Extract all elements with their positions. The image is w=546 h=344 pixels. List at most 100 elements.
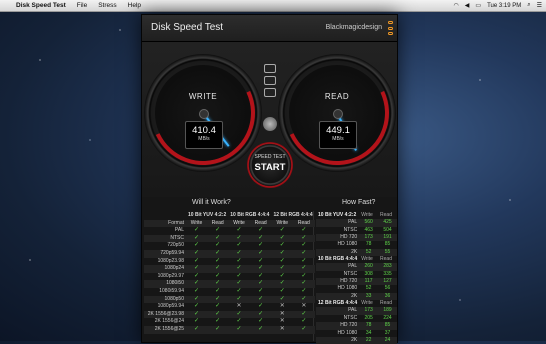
check-icon: ✓ (301, 272, 307, 279)
hf-format: HD 1080 (337, 285, 358, 292)
ww-row: 1080i50 ✓ ✓ ✓ ✓ ✓ ✓ (144, 280, 315, 288)
hf-section-name: 10 Bit RGB 4:4:4 (318, 256, 358, 263)
hf-format: NTSC (343, 314, 358, 321)
menu-help[interactable]: Help (128, 2, 141, 9)
ww-format: 1080p29.97 (157, 272, 184, 279)
write-hub (199, 109, 209, 119)
hf-row: PAL 260 283 (316, 263, 397, 271)
hf-read-fps: 191 (378, 234, 397, 242)
hf-write-fps: 78 (359, 322, 379, 330)
read-readout: 449.1 MB/s (319, 121, 357, 149)
hf-format: 2K (316, 292, 360, 301)
ww-group-header: 10 Bit YUV 4:2:2 (188, 212, 227, 218)
cross-icon: ✕ (236, 303, 242, 310)
check-icon: ✓ (194, 310, 200, 317)
check-icon: ✓ (279, 272, 285, 279)
check-icon: ✓ (279, 280, 285, 287)
check-icon: ✓ (301, 249, 307, 256)
brand-name: Blackmagicdesign (325, 24, 382, 31)
hf-format: PAL (316, 263, 360, 271)
check-icon: ✓ (258, 318, 264, 325)
ww-row: 2K 1556@24 ✓ ✓ ✓ ✓ ✕ ✓ (144, 318, 315, 326)
spotlight-icon[interactable]: ⌕ (527, 2, 530, 9)
hf-row: 2K 52 55 (316, 248, 397, 257)
check-icon: ✓ (194, 257, 200, 264)
window-titlebar[interactable]: Disk Speed Test Blackmagicdesign (142, 15, 397, 42)
ww-group-header: 10 Bit RGB 4:4:4 (230, 212, 270, 218)
check-icon: ✓ (236, 325, 242, 332)
check-icon: ✓ (236, 242, 242, 249)
start-button-label: START (254, 162, 286, 173)
check-icon: ✓ (279, 227, 285, 234)
check-icon: ✓ (194, 303, 200, 310)
ww-row: 2K 1556@23.98 ✓ ✓ ✓ ✓ ✕ ✓ (144, 310, 315, 319)
hf-write-fps: 560 (359, 219, 379, 227)
ww-format: 1080i50 (144, 280, 186, 288)
check-icon: ✓ (215, 249, 221, 256)
settings-button-3[interactable] (264, 88, 276, 97)
ww-format: 1080p50 (144, 295, 186, 304)
check-icon: ✓ (301, 234, 307, 241)
ww-group-header: 12 Bit RGB 4:4:4 (273, 212, 313, 218)
check-icon: ✓ (279, 287, 285, 294)
hf-read-fps: 37 (384, 329, 391, 336)
hf-format: 2K (316, 336, 360, 344)
how-fast-title: How Fast? (342, 199, 376, 206)
check-icon: ✓ (258, 303, 264, 310)
hf-col-read: Read (380, 300, 392, 307)
cross-icon: ✕ (301, 303, 307, 310)
check-icon: ✓ (194, 325, 200, 332)
results-panel: Will it Work? How Fast? 10 Bit YUV 4:2:2… (142, 197, 397, 344)
menu-clock[interactable]: Tue 3:19 PM (487, 3, 521, 9)
hf-read-fps: 85 (378, 322, 397, 330)
check-icon: ✓ (258, 242, 264, 249)
ww-format: 1080p59.94 (157, 303, 184, 310)
hf-col-write: Write (361, 256, 373, 263)
menu-file[interactable]: File (77, 2, 87, 9)
menu-stress[interactable]: Stress (98, 2, 116, 9)
ww-format: 1080p24 (144, 265, 186, 273)
hf-read-fps: 283 (378, 263, 397, 271)
hf-col-read: Read (380, 212, 392, 218)
hf-write-fps: 173 (359, 234, 379, 242)
hf-row: NTSC 463 504 (316, 227, 397, 234)
hf-read-fps: 504 (383, 226, 392, 233)
check-icon: ✓ (258, 272, 264, 279)
battery-icon[interactable]: ▭ (475, 2, 481, 9)
notification-list-icon[interactable]: ☰ (537, 2, 542, 9)
ww-format: 1080i59.94 (159, 287, 184, 294)
ww-format: 2K 1556@25 (144, 325, 186, 334)
settings-button-2[interactable] (264, 76, 276, 85)
settings-button-1[interactable] (264, 64, 276, 73)
check-icon: ✓ (258, 257, 264, 264)
hf-read-fps: 36 (378, 292, 397, 301)
gauge-panel: WRITE 410.4 MB/s SPEED TEST START READ 4… (136, 42, 404, 197)
hf-write-fps: 78 (365, 241, 372, 248)
start-button[interactable]: SPEED TEST START (247, 142, 293, 188)
check-icon: ✓ (301, 257, 307, 264)
check-icon: ✓ (301, 318, 307, 325)
write-readout: 410.4 MB/s (185, 121, 223, 149)
hf-format: HD 720 (316, 234, 360, 242)
check-icon: ✓ (301, 227, 307, 234)
check-icon: ✓ (215, 227, 221, 234)
ww-col-write: Write (186, 219, 208, 228)
wifi-icon[interactable]: ◠ (454, 2, 459, 9)
hf-write-fps: 308 (364, 270, 373, 277)
check-icon: ✓ (301, 325, 307, 332)
volume-icon[interactable]: ◀ (465, 2, 470, 9)
hf-row: NTSC 308 335 (316, 271, 397, 278)
check-icon: ✓ (236, 287, 242, 294)
check-icon: ✓ (215, 303, 221, 310)
hf-format: NTSC (343, 226, 358, 233)
check-icon: ✓ (258, 287, 264, 294)
ww-row: 1080p29.97 ✓ ✓ ✓ ✓ ✓ ✓ (144, 273, 315, 281)
ww-col-format: Format (144, 219, 186, 228)
check-icon: ✓ (215, 295, 221, 302)
gear-icon[interactable] (263, 117, 277, 131)
hf-row: NTSC 205 224 (316, 315, 397, 322)
check-icon: ✓ (236, 227, 242, 234)
menu-app-name[interactable]: Disk Speed Test (16, 2, 66, 9)
ww-row: 1080p24 ✓ ✓ ✓ ✓ ✓ ✓ (144, 265, 315, 273)
hf-read-fps: 127 (378, 278, 397, 286)
